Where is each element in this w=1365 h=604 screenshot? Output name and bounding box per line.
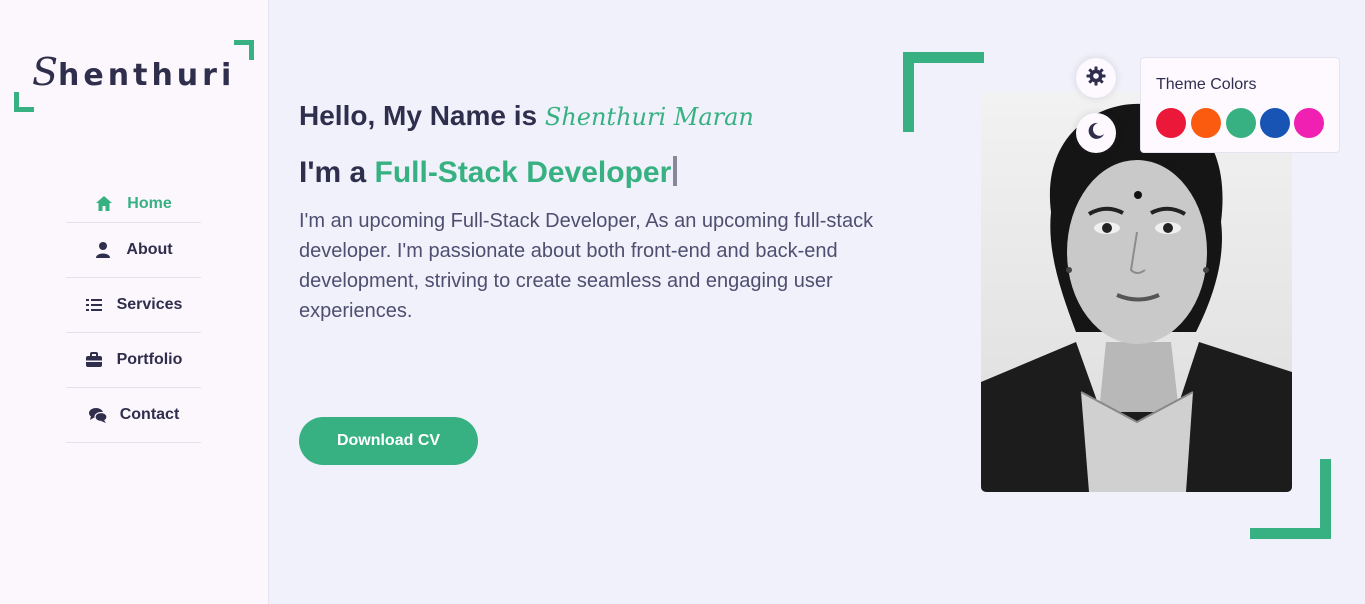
- color-swatch-pink[interactable]: [1294, 108, 1324, 138]
- photo-frame-corner: [903, 52, 984, 132]
- photo-frame-corner: [1250, 459, 1331, 539]
- sidebar: Shenthuri Home About Services Portfolio …: [0, 0, 269, 604]
- color-swatch-red[interactable]: [1156, 108, 1186, 138]
- gear-icon: [1086, 66, 1106, 90]
- hero-role: I'm a Full-Stack Developer: [299, 156, 919, 190]
- nav-label: Contact: [119, 406, 180, 423]
- nav-item-about[interactable]: About: [66, 223, 201, 278]
- hero-name: Shenthuri Maran: [544, 103, 754, 131]
- typing-cursor: [673, 156, 678, 186]
- nav-item-portfolio[interactable]: Portfolio: [66, 333, 201, 388]
- logo-text[interactable]: Shenthuri: [32, 50, 235, 94]
- nav-item-contact[interactable]: Contact: [66, 388, 201, 443]
- nav-label: Home: [127, 195, 172, 212]
- nav-item-services[interactable]: Services: [66, 278, 201, 333]
- nav-item-home[interactable]: Home: [66, 186, 201, 223]
- main-nav: Home About Services Portfolio Contact: [66, 186, 201, 443]
- dark-mode-toggle[interactable]: [1076, 113, 1116, 153]
- hero-greeting: Hello, My Name is Shenthuri Maran: [299, 100, 754, 131]
- color-swatch-green[interactable]: [1226, 108, 1256, 138]
- nav-label: About: [126, 241, 173, 258]
- list-icon: [85, 296, 103, 314]
- nav-label: Services: [116, 296, 183, 313]
- user-icon: [94, 241, 112, 259]
- typed-role: Full-Stack Developer: [374, 156, 672, 189]
- hero-description: I'm an upcoming Full-Stack Developer, As…: [299, 210, 874, 322]
- home-icon: [95, 195, 113, 213]
- style-switcher-toggle[interactable]: [1076, 58, 1116, 98]
- color-swatch-blue[interactable]: [1260, 108, 1290, 138]
- logo[interactable]: Shenthuri: [14, 40, 254, 114]
- briefcase-icon: [85, 351, 103, 369]
- logo-corner-decoration: [234, 40, 254, 60]
- theme-colors-panel: Theme Colors: [1140, 57, 1340, 153]
- logo-corner-decoration: [14, 92, 34, 112]
- color-swatch-orange[interactable]: [1191, 108, 1221, 138]
- theme-colors-title: Theme Colors: [1156, 76, 1257, 93]
- nav-label: Portfolio: [116, 351, 183, 368]
- comments-icon: [88, 406, 108, 424]
- hero-section: Hello, My Name is Shenthuri Maran I'm a …: [299, 100, 919, 465]
- moon-icon: [1087, 122, 1105, 144]
- download-cv-button[interactable]: Download CV: [299, 417, 478, 465]
